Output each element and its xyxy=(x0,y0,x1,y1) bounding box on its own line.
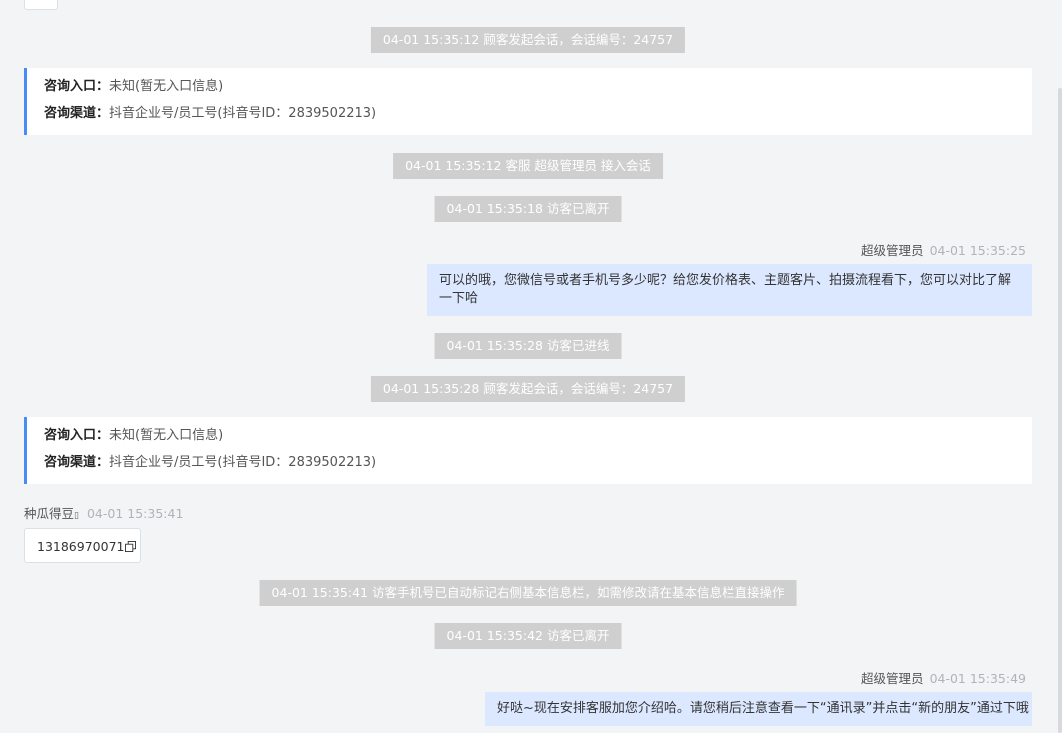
consult-entry-row: 咨询入口：未知(暂无入口信息) xyxy=(44,78,1032,105)
agent-name: 超级管理员 xyxy=(861,671,924,686)
system-event: 04-01 15:35:12 顾客发起会话，会话编号：24757 xyxy=(370,27,686,53)
visitor-message-header: 种瓜得豆▯ 04-01 15:35:41 xyxy=(24,503,183,522)
consult-channel-row: 咨询渠道：抖音企业号/员工号(抖音号ID：2839502213) xyxy=(44,454,1032,481)
agent-message-bubble[interactable]: 好哒~现在安排客服加您介绍哈。请您稍后注意查看一下“通讯录”并点击“新的朋友”通… xyxy=(485,692,1032,726)
consult-entry-row: 咨询入口：未知(暂无入口信息) xyxy=(44,427,1032,454)
agent-message-bubble[interactable]: 可以的哦，您微信号或者手机号多少呢？给您发价格表、主题客片、拍摄流程看下，您可以… xyxy=(427,264,1032,316)
agent-name: 超级管理员 xyxy=(861,243,924,258)
chat-scrollbar[interactable] xyxy=(1056,0,1062,733)
consult-channel-label: 咨询渠道： xyxy=(44,455,110,470)
visitor-phone-text: 13186970071 xyxy=(37,539,125,554)
system-event: 04-01 15:35:18 访客已离开 xyxy=(434,196,622,222)
consult-info-card: 咨询入口：未知(暂无入口信息) 咨询渠道：抖音企业号/员工号(抖音号ID：283… xyxy=(24,417,1032,484)
consult-channel-label: 咨询渠道： xyxy=(44,106,110,121)
system-event: 04-01 15:35:42 访客已离开 xyxy=(434,623,622,649)
load-more-button[interactable] xyxy=(24,0,58,10)
system-event: 04-01 15:35:12 客服 超级管理员 接入会话 xyxy=(393,153,663,179)
system-event: 04-01 15:35:28 顾客发起会话，会话编号：24757 xyxy=(370,376,686,402)
consult-channel-value: 抖音企业号/员工号(抖音号ID：2839502213) xyxy=(109,106,377,121)
system-event: 04-01 15:35:41 访客手机号已自动标记右侧基本信息栏，如需修改请在基… xyxy=(259,580,797,606)
consult-channel-value: 抖音企业号/员工号(抖音号ID：2839502213) xyxy=(109,455,377,470)
consult-entry-label: 咨询入口： xyxy=(44,79,110,94)
consult-entry-value: 未知(暂无入口信息) xyxy=(109,428,224,443)
message-text-line: 一下哈 xyxy=(439,291,479,306)
copy-icon[interactable] xyxy=(125,541,137,552)
visitor-name-suffix: ▯ xyxy=(74,511,79,521)
consult-entry-value: 未知(暂无入口信息) xyxy=(109,79,224,94)
visitor-message-bubble[interactable]: 13186970071 xyxy=(24,528,141,563)
message-time: 04-01 15:35:25 xyxy=(929,243,1026,258)
visitor-name: 种瓜得豆 xyxy=(24,506,75,521)
consult-entry-label: 咨询入口： xyxy=(44,428,110,443)
message-text-line: 可以的哦，您微信号或者手机号多少呢？给您发价格表、主题客片、拍摄流程看下，您可以… xyxy=(439,273,1012,288)
message-time: 04-01 15:35:41 xyxy=(86,506,184,521)
message-text: 好哒~现在安排客服加您介绍哈。请您稍后注意查看一下“通讯录”并点击“新的朋友”通… xyxy=(497,701,1029,716)
message-time: 04-01 15:35:49 xyxy=(929,671,1026,686)
consult-channel-row: 咨询渠道：抖音企业号/员工号(抖音号ID：2839502213) xyxy=(44,105,1032,132)
consult-info-card: 咨询入口：未知(暂无入口信息) 咨询渠道：抖音企业号/员工号(抖音号ID：283… xyxy=(24,68,1032,135)
agent-message-header: 超级管理员 04-01 15:35:25 xyxy=(861,240,1026,259)
chat-message-list[interactable]: 04-01 15:35:12 顾客发起会话，会话编号：24757 咨询入口：未知… xyxy=(0,0,1056,733)
system-event: 04-01 15:35:28 访客已进线 xyxy=(434,333,622,359)
agent-message-header: 超级管理员 04-01 15:35:49 xyxy=(861,668,1026,687)
scrollbar-thumb[interactable] xyxy=(1058,88,1062,733)
